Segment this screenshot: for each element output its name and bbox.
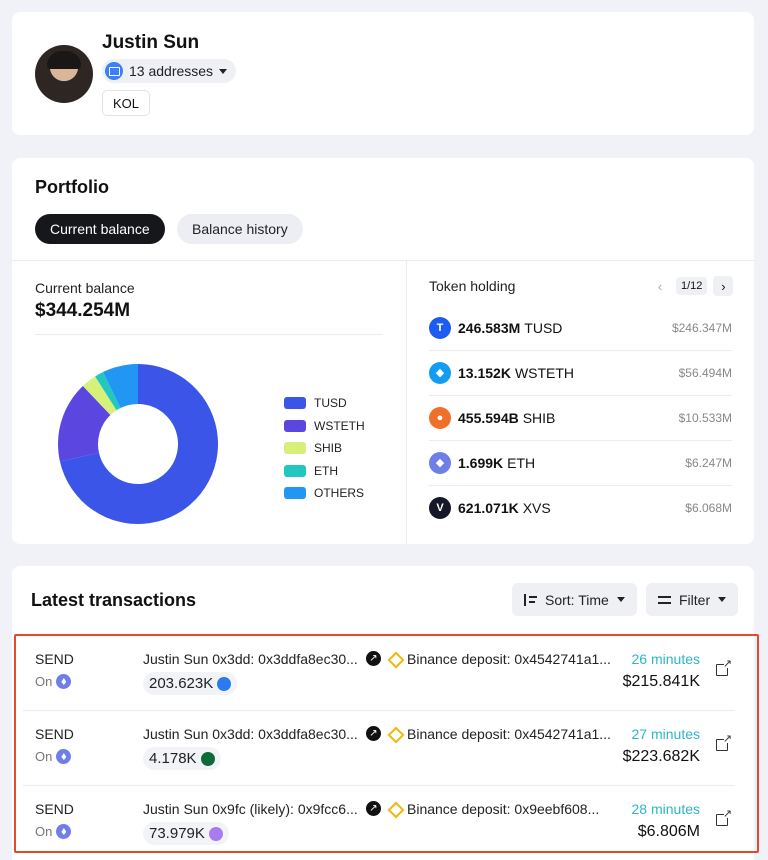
token-row[interactable]: V 621.071K XVS $6.068M xyxy=(429,485,732,530)
legend-item: ETH xyxy=(284,460,365,483)
legend-swatch xyxy=(284,419,306,432)
token-symbol: TUSD xyxy=(524,319,563,336)
chevron-down-icon xyxy=(219,68,228,74)
token-amount: 246.583M xyxy=(458,319,521,336)
transactions-title: Latest transactions xyxy=(31,590,197,610)
sort-label: Sort: Time xyxy=(545,591,609,608)
token-symbol: WSTETH xyxy=(514,364,575,381)
token-holding-title: Token holding xyxy=(429,278,516,294)
profile-name: Justin Sun xyxy=(102,32,200,53)
legend-swatch xyxy=(284,442,306,455)
filter-button[interactable]: Filter xyxy=(646,583,739,616)
tab-balance-history[interactable]: Balance history xyxy=(177,214,303,244)
kol-tag: KOL xyxy=(102,90,151,116)
token-amount: 1.699K xyxy=(458,454,504,471)
token-row[interactable]: ◆ 13.152K WSTETH $56.494M xyxy=(429,350,732,395)
token-usd-value: $6.247M xyxy=(685,455,732,470)
legend-label: TUSD xyxy=(314,396,347,411)
chevron-down-icon xyxy=(616,597,625,602)
legend-label: OTHERS xyxy=(314,486,365,501)
addresses-dropdown[interactable]: 13 addresses xyxy=(102,59,237,83)
eth-icon: ◆ xyxy=(429,451,451,474)
legend-swatch xyxy=(284,487,306,500)
tusd-icon: T xyxy=(429,316,451,339)
xvs-icon: V xyxy=(429,496,451,519)
token-usd-value: $56.494M xyxy=(678,365,732,380)
divider xyxy=(12,260,754,261)
token-usd-value: $6.068M xyxy=(685,500,732,515)
shib-icon: ● xyxy=(429,406,451,429)
token-symbol: SHIB xyxy=(522,409,556,426)
legend-swatch xyxy=(284,397,306,410)
token-symbol: XVS xyxy=(522,499,551,516)
legend-item: SHIB xyxy=(284,437,365,460)
token-usd-value: $10.533M xyxy=(678,410,732,425)
token-amount: 621.071K xyxy=(458,499,519,516)
token-row[interactable]: ◆ 1.699K ETH $6.247M xyxy=(429,440,732,485)
legend-item: WSTETH xyxy=(284,415,365,438)
current-balance-value: $344.254M xyxy=(35,300,131,321)
addresses-label: 13 addresses xyxy=(129,63,214,79)
chevron-right-icon[interactable]: › xyxy=(713,276,734,296)
token-row[interactable]: T 246.583M TUSD $246.347M xyxy=(429,305,732,350)
token-pager: ‹ 1/12 › xyxy=(650,276,734,296)
legend-label: WSTETH xyxy=(314,418,365,433)
wallet-icon xyxy=(105,62,123,80)
filter-icon xyxy=(658,594,671,606)
token-symbol: ETH xyxy=(507,454,536,471)
current-balance-label: Current balance xyxy=(35,280,135,296)
sort-icon xyxy=(524,593,537,606)
legend-item: TUSD xyxy=(284,392,365,415)
legend-item: OTHERS xyxy=(284,482,365,505)
profile-card: Justin Sun 13 addresses KOL xyxy=(12,12,754,135)
avatar xyxy=(35,45,93,103)
chart-legend: TUSD WSTETH SHIB ETH OTHERS xyxy=(284,392,365,505)
token-row[interactable]: ● 455.594B SHIB $10.533M xyxy=(429,395,732,440)
portfolio-title: Portfolio xyxy=(35,177,109,197)
legend-label: ETH xyxy=(314,463,338,478)
divider xyxy=(406,260,407,544)
token-amount: 13.152K xyxy=(458,364,511,381)
balance-donut-chart xyxy=(58,364,218,524)
chevron-down-icon xyxy=(718,597,727,602)
highlight-box xyxy=(14,634,759,853)
divider xyxy=(35,334,383,335)
legend-swatch xyxy=(284,464,306,477)
token-usd-value: $246.347M xyxy=(671,320,732,335)
wsteth-icon: ◆ xyxy=(429,361,451,384)
legend-label: SHIB xyxy=(314,441,343,456)
portfolio-card: Portfolio Current balance Balance histor… xyxy=(12,158,754,544)
filter-label: Filter xyxy=(679,591,711,608)
sort-button[interactable]: Sort: Time xyxy=(512,583,637,616)
tab-current-balance[interactable]: Current balance xyxy=(35,214,165,244)
chevron-left-icon[interactable]: ‹ xyxy=(650,276,670,296)
page-indicator: 1/12 xyxy=(676,277,708,295)
token-amount: 455.594B xyxy=(458,409,519,426)
